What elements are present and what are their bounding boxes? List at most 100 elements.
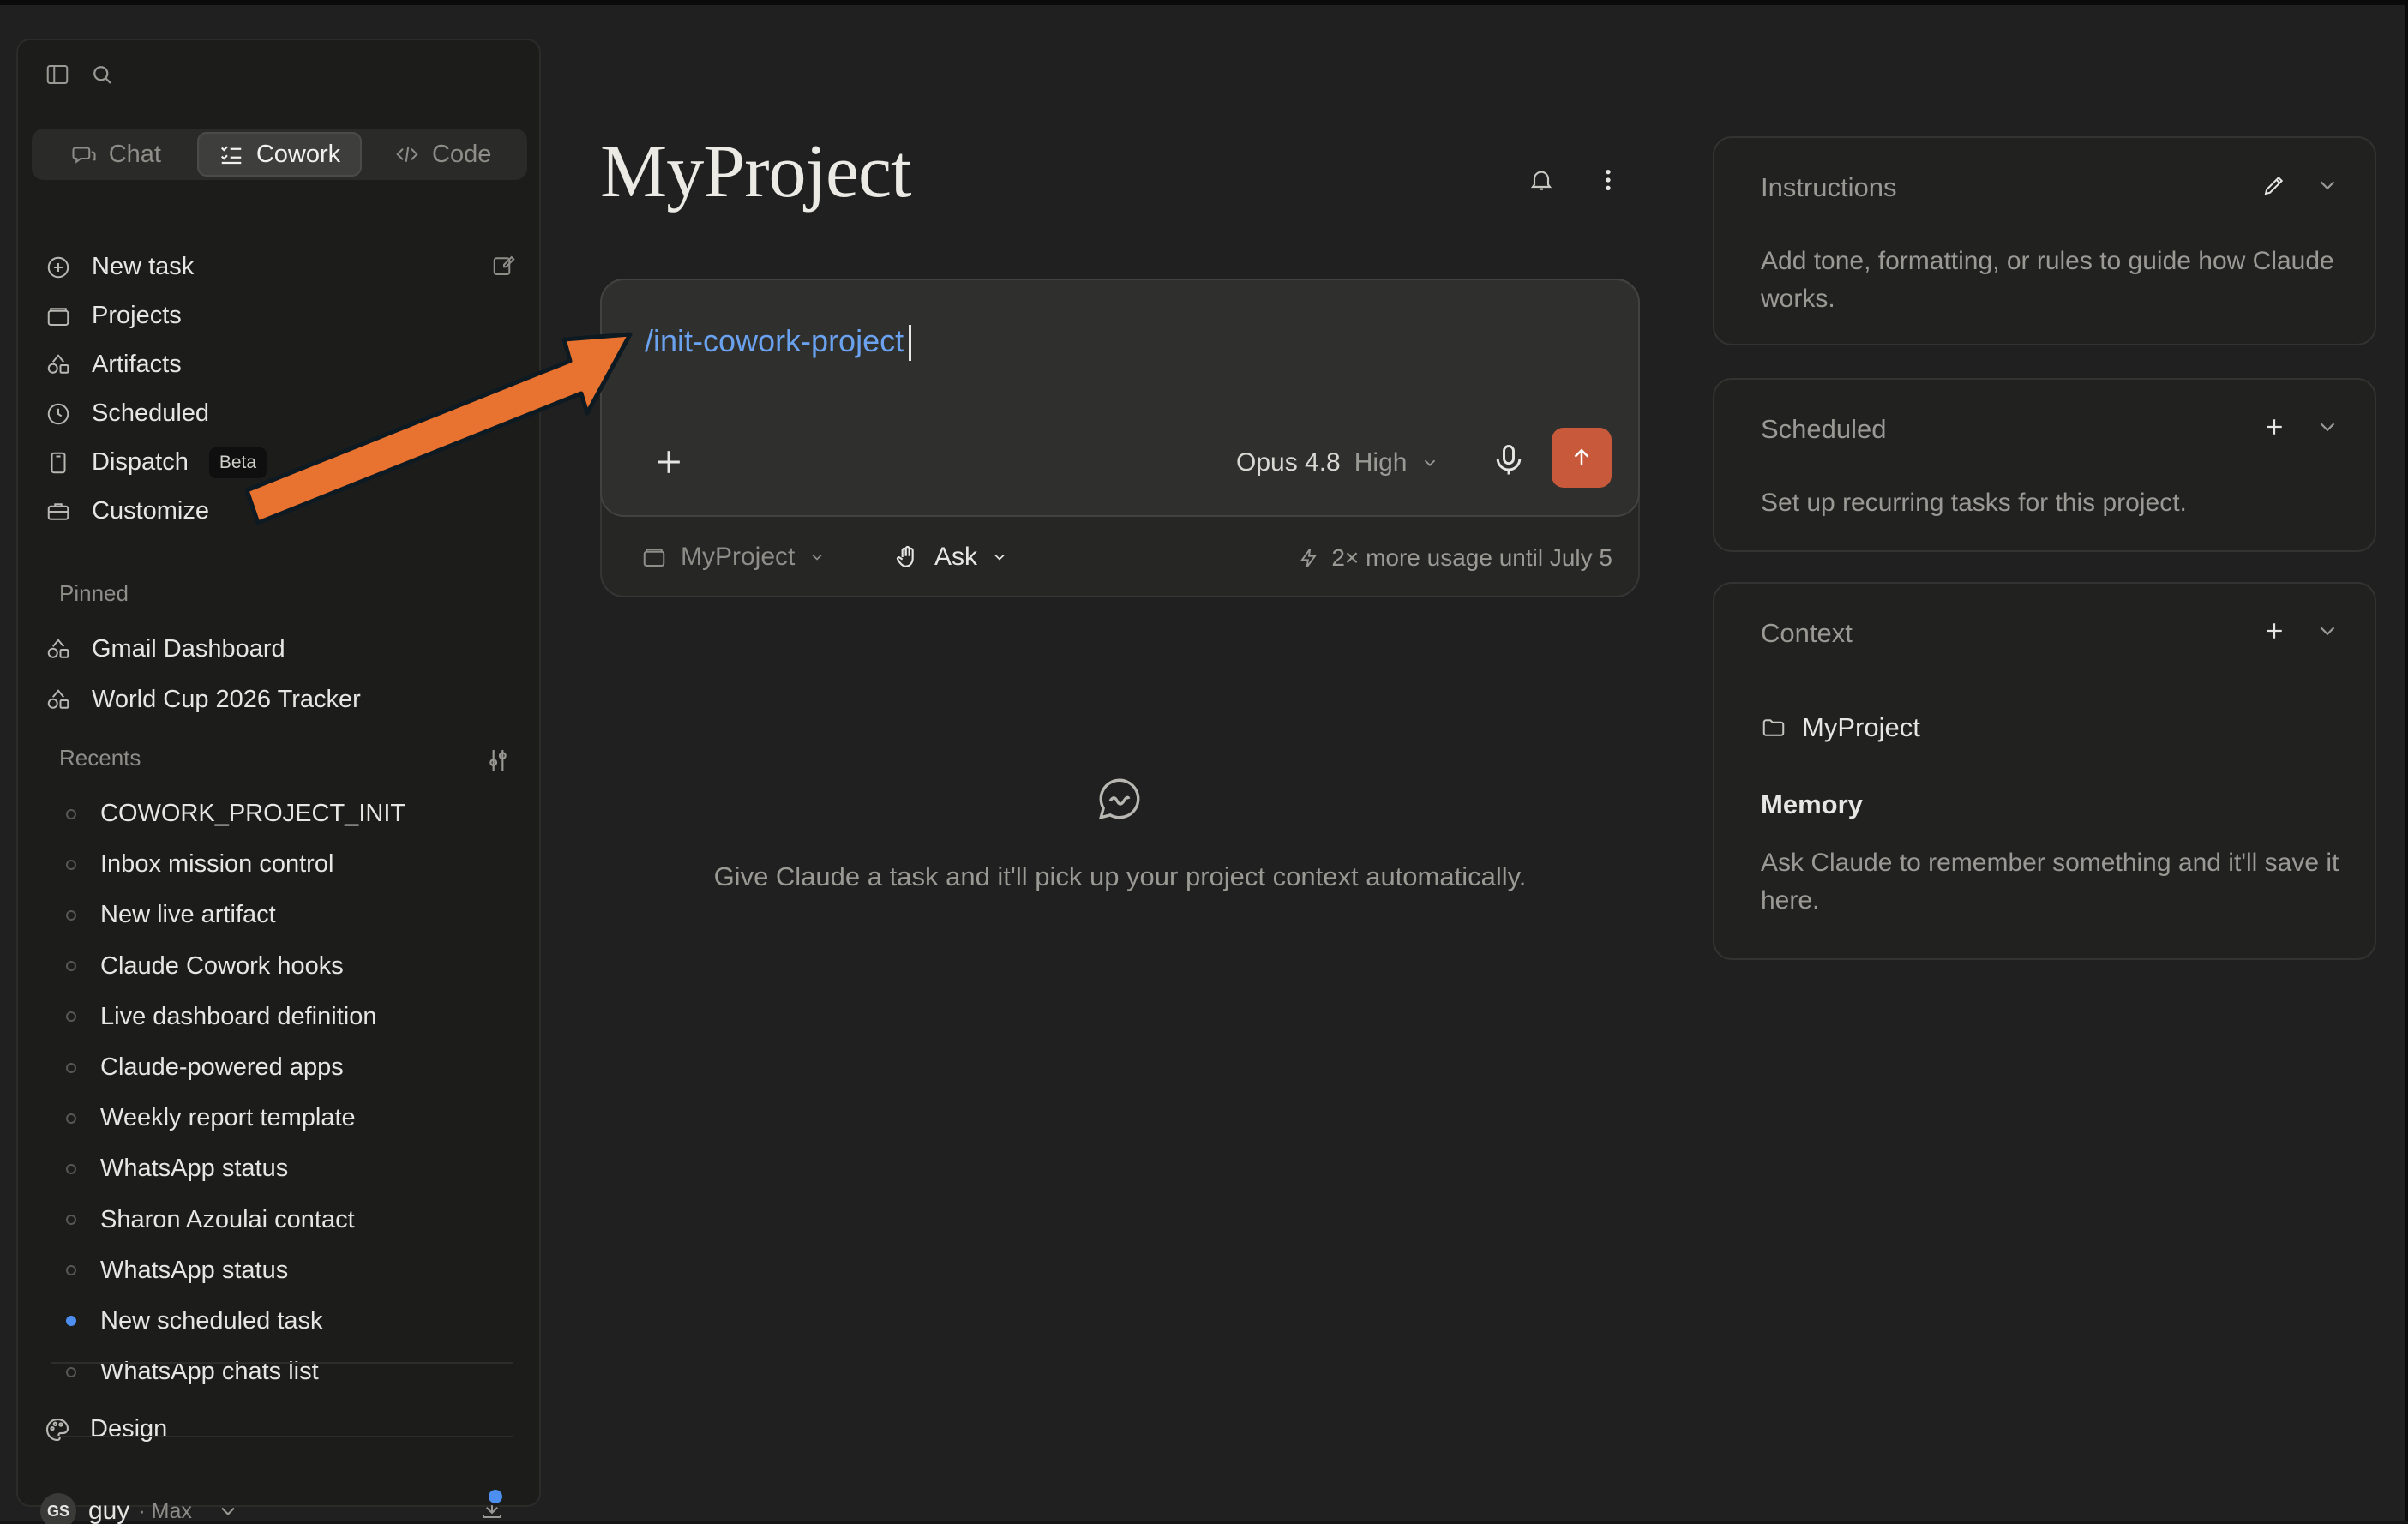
add-attachment-icon[interactable] [650,443,688,481]
mode-selector-label: Ask [934,543,978,571]
pinned-label: Pinned [59,580,129,606]
instructions-body: Add tone, formatting, or rules to guide … [1761,247,2334,313]
tab-chat[interactable]: Chat [35,132,197,177]
checklist-icon [220,146,242,165]
recent-item-label: WhatsApp status [100,1256,289,1284]
status-dot [66,859,76,870]
recent-item[interactable]: Weekly report template [40,1093,529,1143]
sidebar-divider [51,1362,513,1364]
prompt-input[interactable]: /init-cowork-project Opus 4.8 High [600,279,1640,517]
recent-item-label: New live artifact [100,901,276,929]
plus-icon[interactable] [2261,414,2287,440]
phone-icon [44,448,73,477]
pencil-icon[interactable] [2261,172,2287,198]
bell-icon[interactable] [1524,163,1558,197]
folder-icon [1762,719,1785,736]
recent-item[interactable]: COWORK_PROJECT_INIT [40,789,529,839]
compose-icon[interactable] [491,253,520,282]
notification-dot [486,1487,505,1506]
send-button[interactable] [1552,428,1612,488]
recent-item[interactable]: Claude Cowork hooks [40,941,529,992]
code-icon [396,147,418,162]
context-folder[interactable]: MyProject [1761,712,1920,743]
briefcase-icon [44,497,73,526]
context-folder-label: MyProject [1802,712,1920,742]
search-icon[interactable] [85,57,119,92]
slash-command: init-cowork-project [653,323,904,358]
prompt-text[interactable]: /init-cowork-project [645,323,912,362]
user-menu[interactable]: GS guy · Max [40,1487,529,1524]
recent-item-label: New scheduled task [100,1306,323,1335]
composer-container: /init-cowork-project Opus 4.8 High MyPro… [600,279,1640,597]
folder-icon [643,549,665,567]
tab-code[interactable]: Code [362,132,524,177]
context-card: Context MyProject Memory Ask Claude to r… [1713,582,2376,960]
sidebar-item-label: Customize [92,497,209,525]
microphone-icon[interactable] [1490,441,1528,479]
recent-item[interactable]: Live dashboard definition [40,992,529,1042]
recent-item-label: Claude Cowork hooks [100,951,344,980]
status-dot [66,1163,76,1174]
recent-item[interactable]: New live artifact [40,890,529,940]
recent-item-label: Inbox mission control [100,850,334,879]
chevron-down-icon [812,554,822,561]
recent-item[interactable]: New scheduled task [40,1296,529,1347]
recents-label: Recents [59,745,141,771]
status-dot [66,1062,76,1073]
artifacts-icon [44,686,73,715]
status-dot [66,1265,76,1276]
model-selector[interactable]: Opus 4.8 High [1236,448,1439,477]
memory-title: Memory [1761,789,1863,819]
recent-item[interactable]: WhatsApp status [40,1143,529,1194]
recent-item-label: WhatsApp status [100,1155,289,1183]
annotation-arrow [244,332,633,525]
recent-item-label: Live dashboard definition [100,1002,377,1030]
chevron-down-icon [994,554,1005,561]
mode-selector[interactable]: Ask [893,543,1008,572]
recent-item-label: Claude-powered apps [100,1053,344,1082]
pinned-item[interactable]: Gmail Dashboard [40,624,529,675]
recent-item[interactable]: Inbox mission control [40,839,529,890]
tab-cowork[interactable]: Cowork [196,132,363,177]
usage-note-text: 2× more usage until July 5 [1331,544,1612,571]
chevron-down-icon[interactable] [2315,618,2340,644]
recent-item[interactable]: Sharon Azoulai contact [40,1195,529,1245]
artifacts-icon [44,635,73,664]
lightning-icon [1300,548,1318,568]
recent-item[interactable]: WhatsApp chats list [40,1347,529,1397]
recent-item[interactable]: Claude-powered apps [40,1042,529,1093]
usage-note: 2× more usage until July 5 [1297,544,1612,572]
more-options-icon[interactable] [1591,163,1625,197]
project-selector[interactable]: MyProject [641,543,826,572]
plus-icon[interactable] [2261,618,2287,644]
tab-chat-label: Chat [108,140,161,168]
sidebar-item-label: Projects [92,302,182,329]
model-name: Opus 4.8 [1236,448,1341,477]
composer-footer: MyProject Ask 2× more usage until July 5 [602,520,1638,596]
recent-item-label: Weekly report template [100,1104,356,1132]
recent-item[interactable]: WhatsApp status [40,1245,529,1296]
empty-state-text: Give Claude a task and it'll pick up you… [713,861,1527,891]
recents-list: COWORK_PROJECT_INIT Inbox mission contro… [40,789,529,1397]
chevron-down-icon[interactable] [2315,414,2340,440]
chevron-down-icon[interactable] [2315,172,2340,198]
hand-icon [896,545,914,567]
memory-body: Ask Claude to remember something and it'… [1761,849,2339,915]
status-dot [66,808,76,819]
sidebar-toggle-icon[interactable] [40,57,75,92]
download-button[interactable] [479,1487,512,1524]
context-title: Context [1761,618,1853,648]
pinned-item[interactable]: World Cup 2026 Tracker [40,675,529,725]
sidebar-item-label: Dispatch [92,448,189,476]
status-dot [66,1113,76,1124]
scheduled-card: Scheduled Set up recurring tasks for thi… [1713,378,2376,552]
pinned-item-label: Gmail Dashboard [92,635,285,663]
sidebar-item-new-task[interactable]: New task [40,243,529,291]
plus-circle-icon [44,253,73,282]
sidebar-divider [51,1436,513,1437]
window-top-bar [0,0,2408,5]
filter-icon[interactable] [484,747,513,776]
chat-wave-icon [1098,778,1140,820]
project-selector-label: MyProject [681,543,796,571]
sidebar-item-design[interactable]: Design [44,1415,167,1443]
